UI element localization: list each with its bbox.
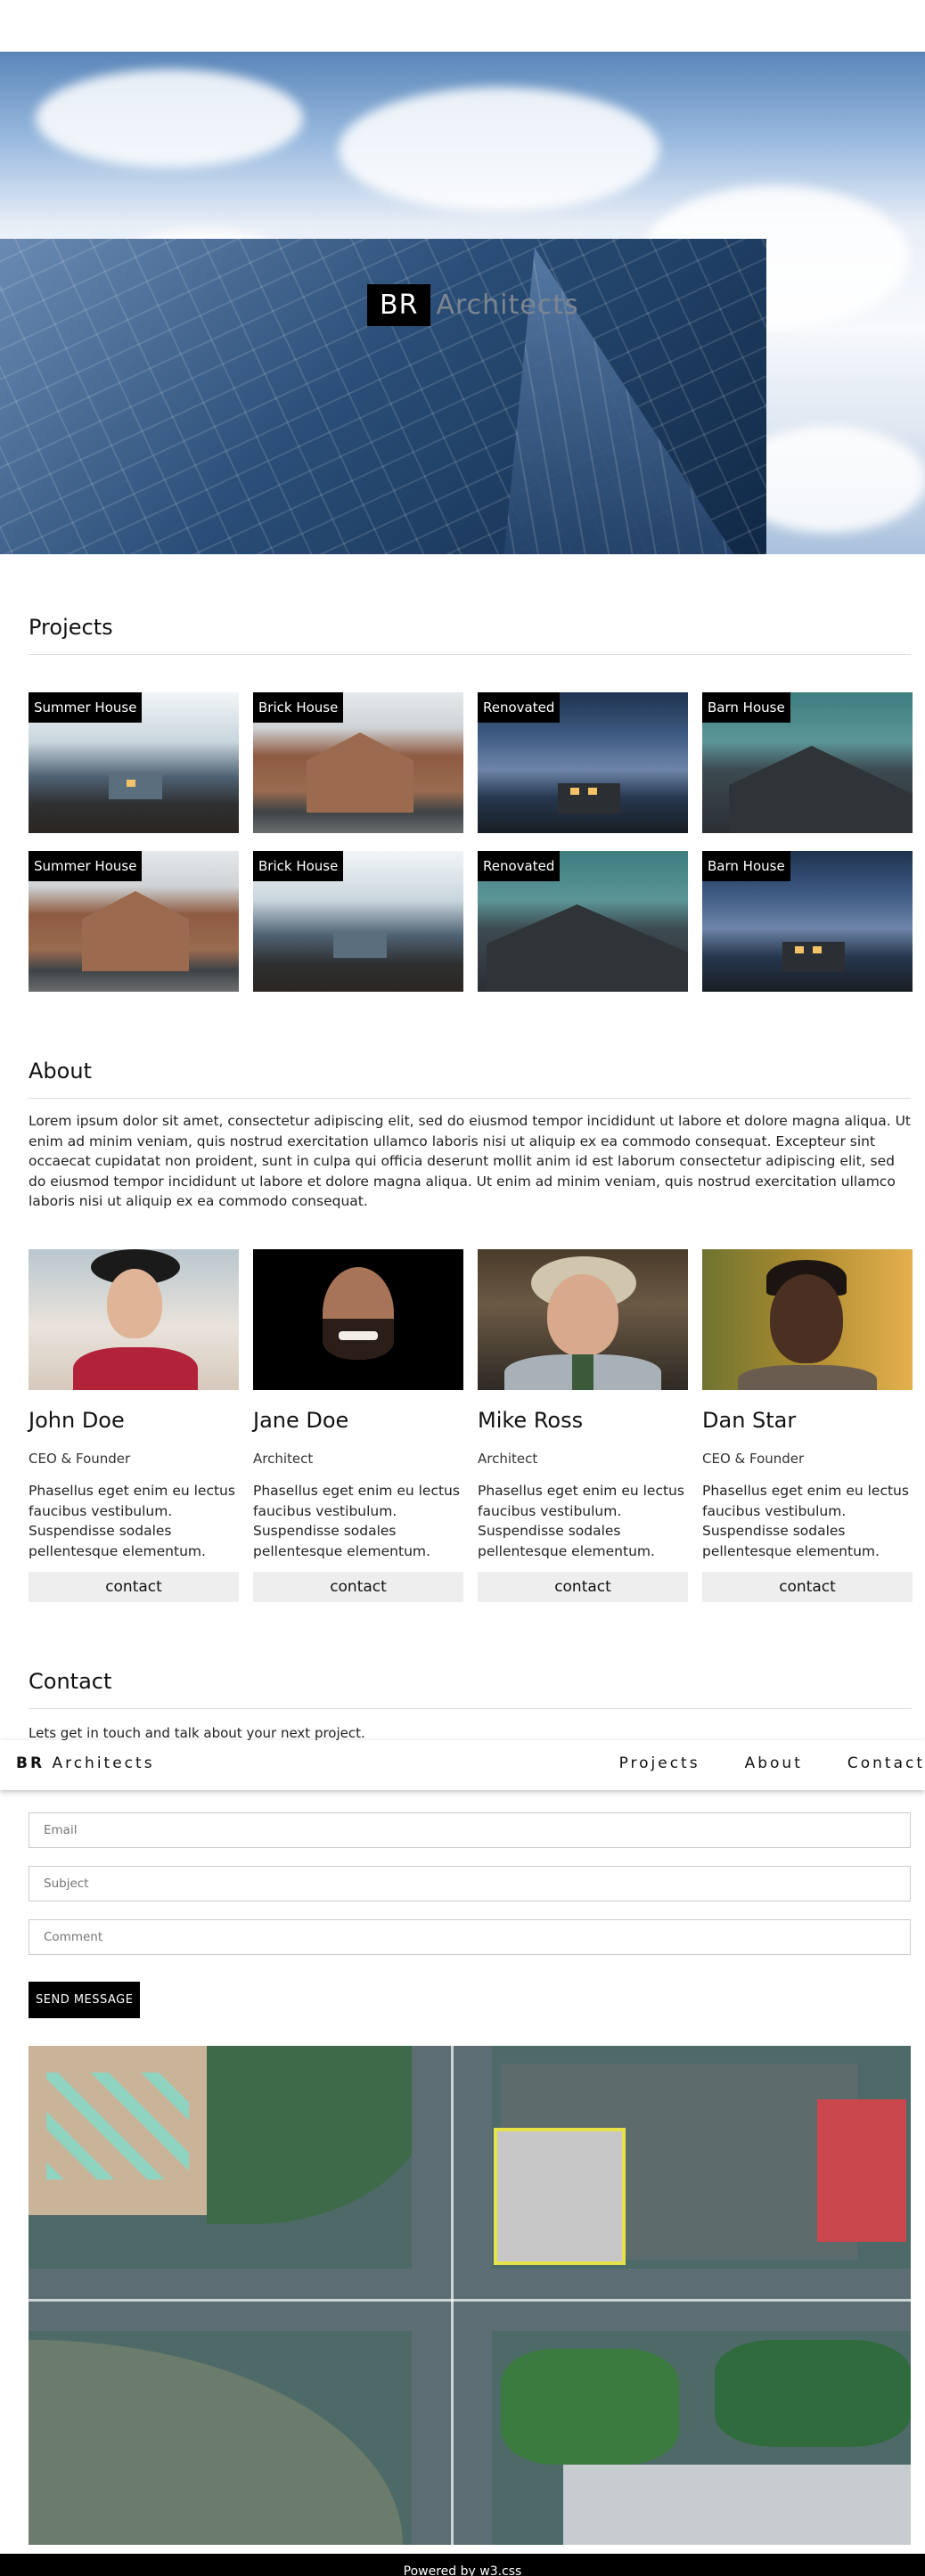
contact-button[interactable]: contact — [253, 1572, 463, 1603]
member-desc: Phasellus eget enim eu lectus faucibus v… — [702, 1482, 909, 1559]
avatar — [478, 1248, 688, 1390]
member-role: CEO & Founder — [29, 1450, 131, 1467]
nav-brand-bold: BR — [16, 1754, 45, 1772]
hero-logo-br: BR — [367, 283, 431, 326]
project-card[interactable]: Barn House — [702, 692, 913, 833]
project-label: Renovated — [478, 692, 561, 723]
avatar — [253, 1248, 463, 1390]
member-role: Architect — [478, 1450, 538, 1467]
member-desc: Phasellus eget enim eu lectus faucibus v… — [253, 1482, 460, 1559]
team-grid: John Doe CEO & Founder Phasellus eget en… — [29, 1248, 913, 1603]
project-label: Brick House — [253, 692, 344, 723]
nav-link-contact[interactable]: Contact — [847, 1754, 925, 1772]
project-card[interactable]: Summer House — [29, 692, 239, 833]
project-card[interactable]: Barn House — [702, 851, 913, 992]
project-card[interactable]: Renovated — [478, 692, 688, 833]
hero-logo-name: Architects — [436, 289, 579, 321]
contact-lead: Lets get in touch and talk about your ne… — [29, 1725, 365, 1741]
about-text: Lorem ipsum dolor sit amet, consectetur … — [29, 1113, 911, 1210]
contact-title: Contact — [29, 1669, 911, 1709]
subject-field[interactable] — [29, 1866, 911, 1901]
project-card[interactable]: Brick House — [253, 851, 463, 992]
project-card[interactable]: Summer House — [29, 851, 239, 992]
project-label: Summer House — [29, 851, 143, 881]
contact-section: Contact Lets get in touch and talk about… — [29, 1669, 911, 1741]
member-desc: Phasellus eget enim eu lectus faucibus v… — [478, 1482, 684, 1559]
projects-section: Projects Summer House Brick House Renova… — [29, 615, 913, 992]
member-name: Mike Ross — [478, 1407, 584, 1433]
team-member: John Doe CEO & Founder Phasellus eget en… — [29, 1248, 239, 1603]
member-role: Architect — [253, 1450, 314, 1467]
top-navbar: BR Architects Projects About Contact — [0, 1740, 925, 1790]
footer-text: Powered by w3.css — [403, 2564, 522, 2576]
about-title: About — [29, 1059, 911, 1099]
contact-form: SEND MESSAGE — [29, 1812, 911, 2018]
footer: Powered by w3.css — [0, 2554, 925, 2576]
project-label: Barn House — [702, 692, 790, 723]
project-card[interactable]: Brick House — [253, 692, 463, 833]
aerial-city-image — [29, 2046, 911, 2545]
member-name: John Doe — [29, 1407, 125, 1433]
nav-link-about[interactable]: About — [745, 1754, 803, 1772]
nav-links: Projects About Contact — [575, 1754, 925, 1772]
contact-button[interactable]: contact — [29, 1572, 239, 1603]
projects-grid: Summer House Brick House Renovated Barn … — [29, 692, 913, 992]
email-field[interactable] — [29, 1812, 911, 1848]
project-card[interactable]: Renovated — [478, 851, 688, 992]
contact-button[interactable]: contact — [478, 1572, 688, 1603]
team-member: Jane Doe Architect Phasellus eget enim e… — [253, 1248, 463, 1603]
avatar — [702, 1248, 913, 1390]
nav-link-projects[interactable]: Projects — [619, 1754, 700, 1772]
contact-button[interactable]: contact — [702, 1572, 913, 1603]
member-name: Jane Doe — [253, 1407, 349, 1433]
team-member: Dan Star CEO & Founder Phasellus eget en… — [702, 1248, 913, 1603]
member-desc: Phasellus eget enim eu lectus faucibus v… — [29, 1482, 235, 1559]
member-name: Dan Star — [702, 1407, 797, 1433]
member-role: CEO & Founder — [702, 1450, 805, 1467]
comment-field[interactable] — [29, 1919, 911, 1955]
about-section: About Lorem ipsum dolor sit amet, consec… — [29, 1059, 913, 1603]
nav-brand-rest: Architects — [52, 1754, 155, 1772]
send-message-button[interactable]: SEND MESSAGE — [29, 1982, 141, 2018]
project-label: Barn House — [702, 851, 790, 881]
hero-image: BR Architects — [0, 52, 925, 554]
project-label: Brick House — [253, 851, 344, 881]
avatar — [29, 1248, 239, 1390]
team-member: Mike Ross Architect Phasellus eget enim … — [478, 1248, 688, 1603]
project-label: Summer House — [29, 692, 143, 723]
projects-title: Projects — [29, 615, 911, 655]
hero-logo: BR Architects — [367, 282, 579, 328]
nav-brand[interactable]: BR Architects — [16, 1754, 155, 1772]
project-label: Renovated — [478, 851, 561, 881]
